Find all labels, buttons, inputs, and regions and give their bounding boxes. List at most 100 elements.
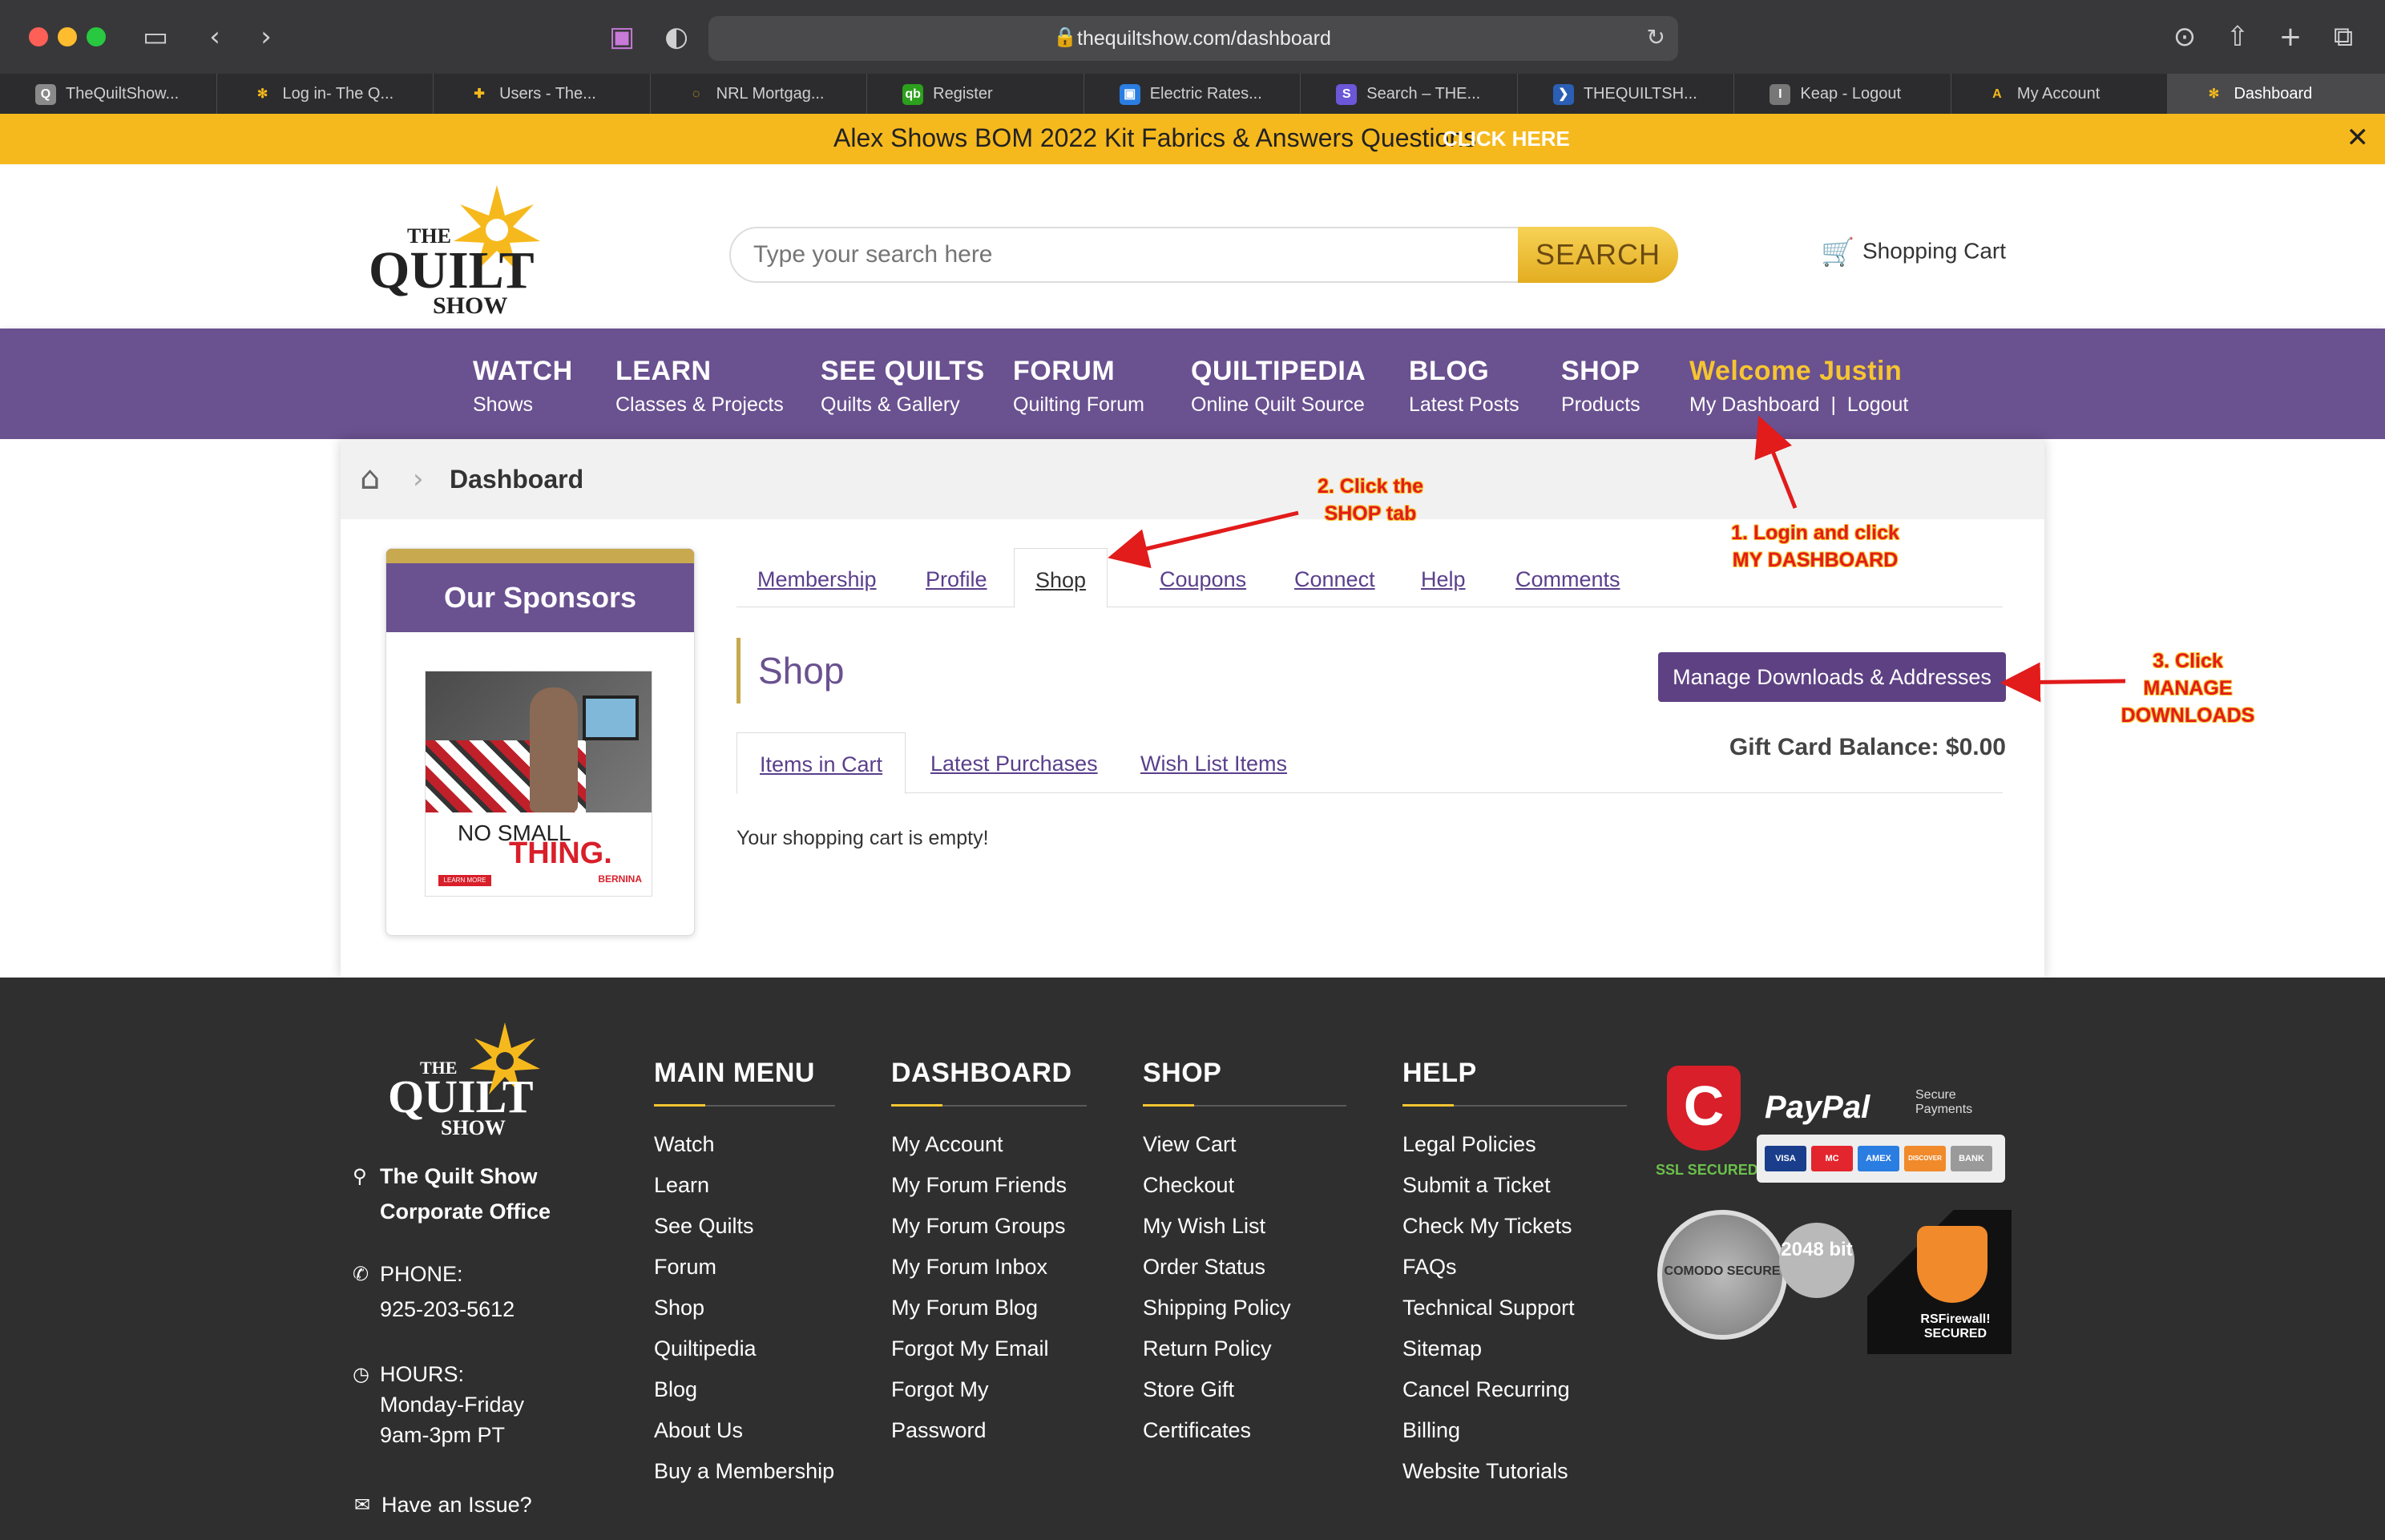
footer-link[interactable]: Blog: [654, 1369, 835, 1410]
browser-tab[interactable]: ▣ Electric Rates...: [1084, 74, 1301, 114]
footer-link[interactable]: Buy a Membership: [654, 1451, 835, 1492]
minimize-window-button[interactable]: [58, 27, 77, 46]
browser-tab[interactable]: ✻ Log in- The Q...: [217, 74, 434, 114]
reload-icon[interactable]: ↻: [1647, 24, 1665, 50]
footer-col-main-menu: MAIN MENU Watch Learn See Quilts Forum Shop Qu…: [654, 1058, 835, 1492]
manage-downloads-button[interactable]: Manage Downloads & Addresses: [1658, 652, 2006, 702]
footer-link[interactable]: About Us: [654, 1410, 835, 1451]
browser-tab[interactable]: Q TheQuiltShow...: [0, 74, 217, 114]
tab-comments[interactable]: Comments: [1515, 567, 1620, 592]
downloads-icon[interactable]: ⊙: [2169, 21, 2201, 53]
my-dashboard-link[interactable]: My Dashboard: [1689, 393, 1820, 416]
nav-item-forum[interactable]: FORUM Quilting Forum: [1013, 356, 1144, 417]
tab-help[interactable]: Help: [1421, 567, 1466, 592]
footer-link[interactable]: My Forum Friends: [891, 1165, 1087, 1206]
footer-link[interactable]: Forgot My Password: [891, 1369, 1087, 1451]
zoom-window-button[interactable]: [87, 27, 106, 46]
tab-membership[interactable]: Membership: [757, 567, 877, 592]
tab-coupons[interactable]: Coupons: [1160, 567, 1246, 592]
browser-tab[interactable]: S Search – THE...: [1301, 74, 1518, 114]
nav-item-watch[interactable]: WATCH Shows: [473, 356, 573, 417]
footer-link[interactable]: Quiltipedia: [654, 1328, 835, 1369]
nav-item-learn[interactable]: LEARN Classes & Projects: [615, 356, 784, 417]
tab-profile[interactable]: Profile: [926, 567, 987, 592]
browser-tab[interactable]: I Keap - Logout: [1734, 74, 1951, 114]
footer-link-list: Legal Policies Submit a Ticket Check My Ti…: [1402, 1124, 1627, 1492]
tab-label: Dashboard: [2234, 85, 2313, 103]
browser-tab[interactable]: ◌ NRL Mortgag...: [651, 74, 868, 114]
office-line1: The Quilt Show: [380, 1164, 538, 1188]
footer-link[interactable]: View Cart: [1143, 1124, 1346, 1165]
sponsor-ad[interactable]: NO SMALL THING. LEARN MORE BERNINA: [425, 671, 652, 897]
browser-tab[interactable]: ❯ THEQUILTSH...: [1518, 74, 1735, 114]
footer-issue[interactable]: ✉ Have an Issue?: [354, 1487, 532, 1522]
amex-card: AMEX: [1858, 1146, 1899, 1171]
browser-tab[interactable]: ✚ Users - The...: [434, 74, 651, 114]
footer-logo[interactable]: THE QUILT SHOW: [388, 1019, 548, 1139]
footer-link[interactable]: Website Tutorials: [1402, 1451, 1627, 1492]
shop-heading: Shop: [736, 638, 844, 703]
footer-link[interactable]: Checkout: [1143, 1165, 1346, 1206]
share-icon[interactable]: ⇧: [2222, 21, 2254, 53]
shopping-cart-link[interactable]: 🛒 Shopping Cart: [1821, 236, 2006, 268]
sidebar-toggle-icon[interactable]: ▭: [139, 21, 172, 53]
footer-link[interactable]: Check My Tickets: [1402, 1206, 1627, 1247]
nav-item-see-quilts[interactable]: SEE QUILTS Quilts & Gallery: [821, 356, 985, 417]
footer-link[interactable]: FAQs: [1402, 1247, 1627, 1288]
issue-link[interactable]: Have an Issue?: [381, 1487, 532, 1522]
footer-link[interactable]: My Wish List: [1143, 1206, 1346, 1247]
envelope-icon: ✉: [354, 1494, 371, 1516]
phone-number[interactable]: 925-203-5612: [380, 1292, 515, 1327]
close-window-button[interactable]: [29, 27, 48, 46]
footer-link[interactable]: See Quilts: [654, 1206, 835, 1247]
browser-tab[interactable]: qb Register: [867, 74, 1084, 114]
footer-link[interactable]: Watch: [654, 1124, 835, 1165]
new-tab-icon[interactable]: +: [2274, 21, 2306, 53]
footer-link[interactable]: Store Gift Certificates: [1143, 1369, 1346, 1451]
browser-tab[interactable]: A My Account: [1951, 74, 2169, 114]
footer-link[interactable]: Technical Support: [1402, 1288, 1627, 1328]
privacy-shield-icon[interactable]: ◐: [660, 21, 692, 53]
shop-subtabs: Items in Cart Latest Purchases Wish List…: [736, 732, 2003, 794]
close-icon[interactable]: ✕: [2347, 122, 2370, 154]
footer-link[interactable]: Cancel Recurring Billing: [1402, 1369, 1627, 1451]
nav-item-shop[interactable]: SHOP Products: [1561, 356, 1640, 417]
hours-label: HOURS:: [380, 1362, 465, 1386]
footer-link[interactable]: My Forum Inbox: [891, 1247, 1087, 1288]
footer-link[interactable]: My Forum Groups: [891, 1206, 1087, 1247]
tab-overview-icon[interactable]: ⧉: [2327, 21, 2359, 53]
extension-icon[interactable]: ▣: [606, 21, 638, 53]
nav-item-blog[interactable]: BLOG Latest Posts: [1409, 356, 1519, 417]
address-bar[interactable]: 🔒 thequiltshow.com/dashboard ↻: [708, 16, 1678, 61]
promo-click-here-link[interactable]: CLICK HERE: [1443, 127, 1570, 151]
footer-link[interactable]: Forum: [654, 1247, 835, 1288]
footer-link[interactable]: Shipping Policy: [1143, 1288, 1346, 1328]
subtab-items-in-cart[interactable]: Items in Cart: [736, 732, 906, 794]
home-icon[interactable]: ⌂: [360, 460, 380, 497]
quilt-show-logo[interactable]: THE QUILT SHOW: [369, 180, 545, 316]
footer-link[interactable]: Shop: [654, 1288, 835, 1328]
subtab-wish-list-items[interactable]: Wish List Items: [1140, 752, 1287, 776]
footer-link[interactable]: Legal Policies: [1402, 1124, 1627, 1165]
footer-link[interactable]: Sitemap: [1402, 1328, 1627, 1369]
tab-shop[interactable]: Shop: [1014, 548, 1108, 608]
footer-link[interactable]: My Account: [891, 1124, 1087, 1165]
nav-item-quiltipedia[interactable]: QUILTIPEDIA Online Quilt Source: [1191, 356, 1366, 417]
footer-link[interactable]: Return Policy: [1143, 1328, 1346, 1369]
tab-connect[interactable]: Connect: [1294, 567, 1375, 592]
footer-link[interactable]: Order Status: [1143, 1247, 1346, 1288]
subtab-latest-purchases[interactable]: Latest Purchases: [930, 752, 1098, 776]
footer-link[interactable]: Learn: [654, 1165, 835, 1206]
footer-link[interactable]: Forgot My Email: [891, 1328, 1087, 1369]
footer-link[interactable]: My Forum Blog: [891, 1288, 1087, 1328]
logout-link[interactable]: Logout: [1847, 393, 1908, 416]
annotation-line: MANAGE: [2143, 677, 2233, 699]
footer-link[interactable]: Submit a Ticket: [1402, 1165, 1627, 1206]
forward-arrow-icon[interactable]: ›: [250, 21, 282, 53]
back-arrow-icon[interactable]: ‹: [199, 21, 231, 53]
browser-tab[interactable]: ✻ Dashboard: [2168, 74, 2385, 114]
search-button[interactable]: SEARCH: [1518, 227, 1678, 283]
search-input[interactable]: [753, 241, 1435, 268]
annotation-step1: 1. Login and click MY DASHBOARD: [1707, 519, 1923, 574]
footer-phone: ✆ PHONE: 925-203-5612: [353, 1256, 515, 1327]
